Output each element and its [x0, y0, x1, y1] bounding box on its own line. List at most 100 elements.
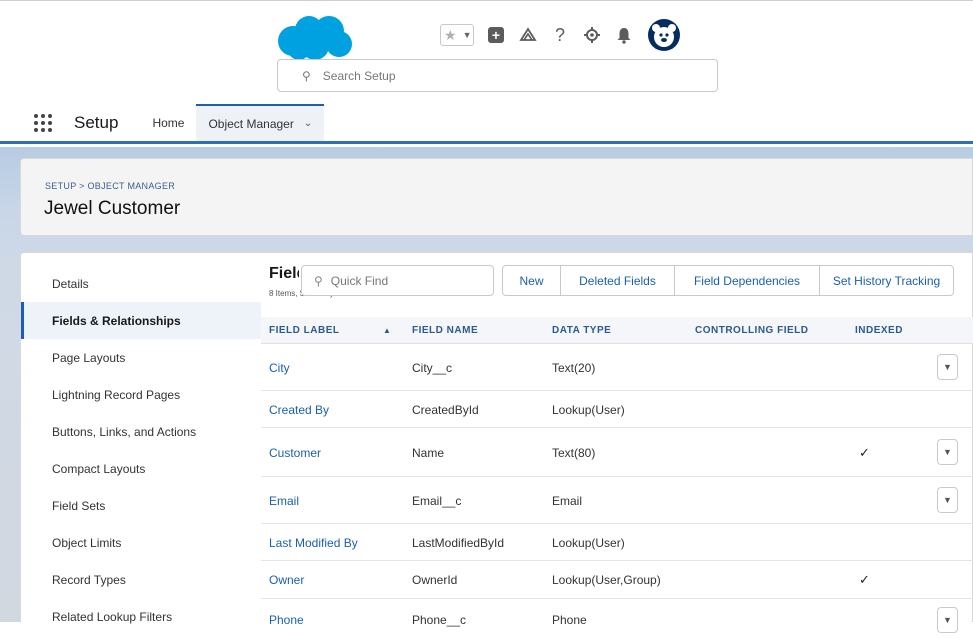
- sidebar-item-label: Lightning Record Pages: [52, 387, 181, 402]
- column-header-indexed[interactable]: INDEXED: [855, 325, 903, 336]
- table-row: Owner OwnerId Lookup(User,Group) ✓: [261, 561, 973, 599]
- app-launcher-button[interactable]: [34, 104, 64, 141]
- chevron-down-icon: ▼: [943, 615, 952, 625]
- bell-icon: [617, 28, 631, 44]
- sidebar-item-label: Page Layouts: [52, 350, 126, 365]
- field-label-link[interactable]: Created By: [269, 403, 329, 417]
- sidebar-item-label: Field Sets: [52, 498, 106, 513]
- sidebar-item-field-sets[interactable]: Field Sets: [21, 487, 261, 524]
- chevron-down-icon: ▼: [943, 447, 952, 457]
- field-label-link[interactable]: Customer: [269, 446, 321, 460]
- field-api-name: City__c: [412, 361, 453, 375]
- gear-icon: [584, 27, 600, 43]
- field-label-link[interactable]: Owner: [269, 573, 304, 587]
- question-mark-icon: ?: [554, 24, 565, 45]
- fields-section-title: Fields & Relationships: [269, 265, 299, 282]
- quick-find-box[interactable]: ⚲: [301, 265, 494, 296]
- search-setup-box[interactable]: ⚲: [277, 59, 718, 92]
- sidebar-item-buttons-links-actions[interactable]: Buttons, Links, and Actions: [21, 413, 261, 450]
- field-api-name: Phone__c: [412, 613, 467, 627]
- row-actions-dropdown[interactable]: ▼: [937, 607, 958, 633]
- field-label-link[interactable]: Email: [269, 494, 299, 508]
- indexed-checkmark-icon: ✓: [859, 572, 870, 587]
- fields-button-group: New Deleted Fields Field Dependencies Se…: [502, 265, 954, 296]
- user-avatar[interactable]: [648, 19, 680, 51]
- field-data-type: Lookup(User): [552, 536, 625, 550]
- field-data-type: Text(80): [552, 446, 596, 460]
- sidebar-item-label: Record Types: [52, 572, 126, 587]
- favorites-button[interactable]: ★ ▼: [440, 24, 474, 46]
- object-page-header: SETUP > OBJECT MANAGER Jewel Customer: [20, 158, 973, 236]
- field-label-link[interactable]: Last Modified By: [269, 536, 358, 550]
- deleted-fields-button[interactable]: Deleted Fields: [560, 265, 675, 296]
- trailhead-button[interactable]: [518, 25, 538, 45]
- global-header: ★ ▼ + ? ⚲ Search Setup: [0, 0, 973, 104]
- salesforce-cloud-logo[interactable]: [275, 15, 355, 61]
- table-header-row: FIELD LABEL ▲ FIELD NAME DATA TYPE CONTR…: [261, 317, 973, 344]
- tab-object-manager[interactable]: Object Manager ⌄: [196, 104, 325, 141]
- row-actions-dropdown[interactable]: ▼: [937, 487, 958, 513]
- sidebar-item-label: Related Lookup Filters: [52, 609, 173, 624]
- field-data-type: Text(20): [552, 361, 596, 375]
- tab-home[interactable]: Home: [140, 104, 196, 141]
- field-label-link[interactable]: Phone: [269, 613, 304, 627]
- sidebar-item-lightning-record-pages[interactable]: Lightning Record Pages: [21, 376, 261, 413]
- app-name: Setup: [74, 112, 119, 132]
- field-api-name: Name: [412, 446, 445, 460]
- page-title: Jewel Customer: [44, 198, 181, 219]
- indexed-checkmark-icon: ✓: [859, 445, 870, 460]
- global-actions-button[interactable]: +: [486, 25, 506, 45]
- sidebar-item-fields-relationships[interactable]: Fields & Relationships: [21, 302, 261, 339]
- sidebar-item-object-limits[interactable]: Object Limits: [21, 524, 261, 561]
- tab-object-manager-label: Object Manager: [208, 116, 294, 131]
- object-manager-sidebar: Details Fields & Relationships Page Layo…: [21, 253, 261, 624]
- sidebar-item-page-layouts[interactable]: Page Layouts: [21, 339, 261, 376]
- context-navigation-bar: Setup Home Object Manager ⌄: [0, 104, 973, 144]
- sidebar-item-label: Buttons, Links, and Actions: [52, 424, 197, 439]
- row-actions-dropdown[interactable]: ▼: [937, 354, 958, 380]
- tab-home-label: Home: [152, 115, 185, 130]
- breadcrumb[interactable]: SETUP > OBJECT MANAGER: [45, 181, 175, 191]
- chevron-down-icon[interactable]: ⌄: [304, 118, 312, 129]
- help-button[interactable]: ?: [550, 25, 570, 45]
- chevron-down-icon[interactable]: ▼: [463, 30, 472, 40]
- table-row: Phone Phone__c Phone ▼: [261, 599, 973, 639]
- field-data-type: Lookup(User,Group): [552, 573, 661, 587]
- row-actions-dropdown[interactable]: ▼: [937, 439, 958, 465]
- sidebar-item-details[interactable]: Details: [21, 265, 261, 302]
- app-launcher-grid-icon: [34, 113, 52, 132]
- quick-find-input[interactable]: [328, 272, 479, 289]
- column-header-controlling-field[interactable]: CONTROLLING FIELD: [695, 325, 809, 336]
- field-data-type: Phone: [552, 613, 587, 627]
- sort-ascending-icon[interactable]: ▲: [383, 326, 391, 335]
- star-icon: ★: [444, 27, 457, 43]
- set-history-tracking-button[interactable]: Set History Tracking: [819, 265, 954, 296]
- sidebar-item-compact-layouts[interactable]: Compact Layouts: [21, 450, 261, 487]
- column-header-field-name[interactable]: FIELD NAME: [412, 325, 478, 336]
- sidebar-item-related-lookup-filters[interactable]: Related Lookup Filters: [21, 598, 261, 635]
- notifications-button[interactable]: [614, 25, 634, 45]
- field-dependencies-button[interactable]: Field Dependencies: [674, 265, 820, 296]
- chevron-down-icon: ▼: [943, 362, 952, 372]
- trailhead-icon: [519, 27, 537, 41]
- sidebar-item-label: Details: [52, 276, 89, 291]
- sidebar-item-label: Object Limits: [52, 535, 122, 550]
- table-row: Customer Name Text(80) ✓ ▼: [261, 428, 973, 477]
- setup-gear-button[interactable]: [582, 25, 602, 45]
- table-row: City City__c Text(20) ▼: [261, 344, 973, 391]
- table-row: Created By CreatedById Lookup(User): [261, 391, 973, 428]
- field-api-name: LastModifiedById: [412, 536, 505, 550]
- table-row: Last Modified By LastModifiedById Lookup…: [261, 524, 973, 561]
- field-label-link[interactable]: City: [269, 361, 290, 375]
- new-field-button[interactable]: New: [502, 265, 561, 296]
- column-header-field-label[interactable]: FIELD LABEL: [269, 325, 340, 336]
- header-utility-icons: ★ ▼ + ?: [440, 19, 680, 51]
- sidebar-item-label: Compact Layouts: [52, 461, 146, 476]
- astro-avatar-icon: [652, 24, 676, 47]
- sidebar-item-label: Fields & Relationships: [52, 313, 181, 328]
- column-header-data-type[interactable]: DATA TYPE: [552, 325, 611, 336]
- field-api-name: Email__c: [412, 494, 462, 508]
- chevron-down-icon: ▼: [943, 495, 952, 505]
- sidebar-item-record-types[interactable]: Record Types: [21, 561, 261, 598]
- search-setup-input[interactable]: [320, 67, 621, 84]
